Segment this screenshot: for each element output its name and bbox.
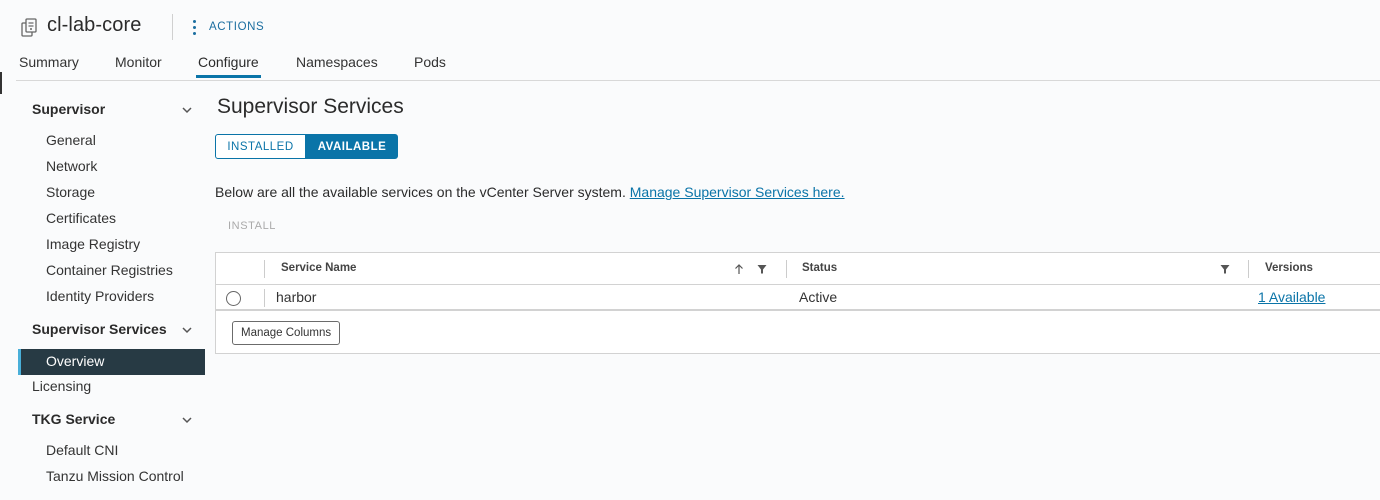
column-separator[interactable] — [1248, 260, 1249, 278]
sidebar-section-supervisor-services[interactable]: Supervisor Services — [32, 321, 167, 337]
sidebar-item-identity-providers[interactable]: Identity Providers — [46, 288, 154, 304]
tab-pods[interactable]: Pods — [414, 54, 446, 78]
filter-icon[interactable] — [1219, 263, 1231, 275]
column-separator — [264, 289, 265, 307]
manage-supervisor-services-link[interactable]: Manage Supervisor Services here. — [630, 184, 845, 200]
installed-available-toggle: INSTALLED AVAILABLE — [215, 134, 398, 159]
actions-label: ACTIONS — [209, 21, 265, 33]
row-select-radio[interactable] — [226, 291, 241, 306]
object-header: cl-lab-core ACTIONS Summary Monitor Conf… — [0, 0, 1380, 82]
column-header-versions[interactable]: Versions — [1265, 262, 1313, 274]
service-name-cell: harbor — [276, 289, 317, 305]
chevron-down-icon[interactable] — [181, 414, 193, 426]
manage-columns-button[interactable]: Manage Columns — [232, 321, 341, 345]
tab-configure[interactable]: Configure — [196, 54, 261, 78]
versions-available-link[interactable]: 1 Available — [1258, 289, 1325, 305]
cluster-icon — [21, 18, 37, 37]
column-header-service-name[interactable]: Service Name — [281, 262, 356, 274]
sidebar-item-default-cni[interactable]: Default CNI — [46, 442, 118, 458]
sidebar-item-certificates[interactable]: Certificates — [46, 210, 116, 226]
sidebar-item-container-registries[interactable]: Container Registries — [46, 262, 173, 278]
column-separator[interactable] — [786, 260, 787, 278]
vertical-ellipsis-icon — [188, 19, 200, 35]
description-label: Below are all the available services on … — [215, 184, 626, 200]
tab-summary[interactable]: Summary — [19, 54, 79, 78]
services-datagrid: Service Name Status Versions harbor Acti… — [215, 252, 1380, 354]
sidebar-item-label: Overview — [46, 353, 105, 369]
description-text: Below are all the available services on … — [215, 184, 845, 200]
sidebar-item-network[interactable]: Network — [46, 158, 97, 174]
status-cell: Active — [799, 289, 838, 305]
sidebar-item-licensing[interactable]: Licensing — [32, 378, 91, 394]
sort-ascending-icon[interactable] — [733, 263, 745, 275]
column-separator[interactable] — [264, 260, 265, 278]
column-header-status[interactable]: Status — [802, 262, 837, 274]
sidebar-item-general[interactable]: General — [46, 132, 96, 148]
available-toggle-button[interactable]: AVAILABLE — [306, 134, 398, 159]
sidebar-item-storage[interactable]: Storage — [46, 184, 95, 200]
page-title: Supervisor Services — [217, 95, 404, 118]
sidebar-section-tkg-service[interactable]: TKG Service — [32, 411, 115, 427]
table-row[interactable]: harbor Active 1 Available — [216, 285, 1380, 311]
actions-menu-button[interactable]: ACTIONS — [188, 17, 264, 37]
installed-toggle-button[interactable]: INSTALLED — [215, 134, 306, 159]
header-rule — [16, 80, 1380, 81]
tab-namespaces[interactable]: Namespaces — [296, 54, 378, 78]
install-button[interactable]: INSTALL — [228, 220, 276, 232]
chevron-down-icon[interactable] — [181, 324, 193, 336]
header-divider — [172, 14, 173, 40]
sidebar-section-supervisor[interactable]: Supervisor — [32, 101, 105, 117]
filter-icon[interactable] — [756, 263, 768, 275]
tab-monitor[interactable]: Monitor — [115, 54, 162, 78]
object-title: cl-lab-core — [47, 14, 142, 36]
sidebar-item-tanzu-mission-control[interactable]: Tanzu Mission Control — [46, 468, 184, 484]
sidebar-item-image-registry[interactable]: Image Registry — [46, 236, 140, 252]
datagrid-header: Service Name Status Versions — [216, 253, 1380, 285]
configure-sidebar: Supervisor General Network Storage Certi… — [0, 82, 210, 500]
sidebar-item-overview[interactable]: Overview — [18, 349, 205, 375]
chevron-down-icon[interactable] — [181, 104, 193, 116]
